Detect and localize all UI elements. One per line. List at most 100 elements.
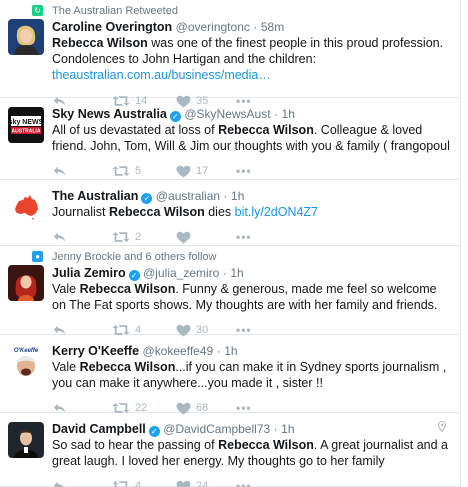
reply-button[interactable] — [52, 163, 67, 179]
retweet-count: 2 — [135, 231, 142, 243]
separator: · — [222, 266, 227, 280]
tweet[interactable]: ● Jenny Brockie and 6 others follow Juli… — [0, 246, 460, 337]
more-icon: ••• — [236, 479, 252, 487]
timestamp[interactable]: 1h — [231, 189, 244, 203]
tweet[interactable]: David Campbell ✓ @DavidCampbell73 · 1h So… — [0, 413, 460, 487]
highlighted-name: Rebecca Wilson — [218, 438, 314, 452]
avatar[interactable]: sky NEWS AUSTRALIA — [8, 107, 44, 143]
tweet-text-body: Journalist — [52, 205, 109, 219]
tweet-text: So sad to hear the passing of Rebecca Wi… — [52, 437, 452, 469]
verified-icon: ✓ — [128, 270, 140, 281]
separator: · — [253, 20, 258, 34]
location-pin-icon[interactable] — [437, 420, 447, 435]
tweet[interactable]: ↻ The Australian Retweeted Caroline Over… — [0, 0, 460, 108]
reply-button[interactable] — [52, 229, 67, 245]
reply-icon — [52, 230, 67, 244]
tweet-actions: 5 17 ••• — [52, 161, 452, 181]
display-name[interactable]: Kerry O'Keeffe — [52, 344, 139, 358]
tweet-link[interactable]: bit.ly/2dON4Z7 — [235, 205, 318, 219]
tweet-text-body: All of us devastated at loss of — [52, 123, 219, 137]
person-icon: ● — [32, 251, 43, 262]
tweet-text: All of us devastated at loss of Rebecca … — [52, 122, 452, 154]
username[interactable]: @kokeeffe49 — [143, 344, 214, 358]
separator: · — [223, 189, 228, 203]
tweet[interactable]: sky NEWS AUSTRALIA Sky News Australia ✓ @… — [0, 98, 460, 180]
tweet-text-body: dies — [204, 205, 235, 219]
retweet-count: 5 — [135, 165, 142, 177]
username[interactable]: @SkyNewsAust — [184, 107, 270, 121]
display-name[interactable]: David Campbell — [52, 422, 146, 436]
tweet-text-body: So sad to hear the passing of — [52, 438, 219, 452]
tweet[interactable]: O'Keeffe Kerry O'Keeffe @kokeeffe49 · 1h… — [0, 335, 460, 415]
context-text[interactable]: Jenny Brockie and 6 others follow — [52, 251, 216, 263]
tweet-text: Vale Rebecca Wilson...if you can make it… — [52, 359, 452, 391]
retweet-button[interactable]: 2 — [112, 229, 141, 245]
retweet-icon — [112, 230, 130, 244]
display-name[interactable]: The Australian — [52, 189, 138, 203]
separator: · — [274, 107, 279, 121]
highlighted-name: Rebecca Wilson — [79, 360, 176, 374]
retweet-button[interactable]: 4 — [112, 478, 141, 487]
reply-icon — [52, 164, 67, 178]
avatar-brand-text: sky NEWS — [9, 119, 44, 126]
username[interactable]: @julia_zemiro — [143, 266, 219, 280]
display-name[interactable]: Caroline Overington — [52, 20, 172, 34]
verified-icon: ✓ — [148, 426, 160, 437]
context-text[interactable]: The Australian Retweeted — [52, 5, 178, 17]
like-icon — [176, 480, 191, 487]
avatar[interactable] — [8, 422, 44, 458]
separator: · — [273, 422, 278, 436]
more-button[interactable]: ••• — [236, 163, 252, 179]
more-button[interactable]: ••• — [236, 478, 252, 487]
retweet-button[interactable]: 5 — [112, 163, 141, 179]
timeline: ↻ The Australian Retweeted Caroline Over… — [0, 0, 461, 487]
like-count: 24 — [196, 480, 209, 487]
more-icon: ••• — [236, 164, 252, 178]
avatar-brand-subtext: AUSTRALIA — [12, 129, 41, 135]
like-icon — [176, 231, 191, 244]
highlighted-name: Rebecca Wilson — [52, 36, 148, 50]
avatar[interactable] — [8, 19, 44, 55]
avatar[interactable] — [8, 265, 44, 301]
highlighted-name: Rebecca Wilson — [79, 282, 176, 296]
tweet-text: Rebecca Wilson was one of the finest peo… — [52, 35, 452, 83]
username[interactable]: @australian — [156, 189, 220, 203]
social-context: ● Jenny Brockie and 6 others follow — [32, 246, 452, 265]
like-count: 17 — [196, 165, 209, 177]
tweet-actions: 2 ••• — [52, 227, 452, 247]
username[interactable]: @DavidCampbell73 — [163, 422, 270, 436]
avatar[interactable]: O'Keeffe — [8, 344, 44, 380]
more-icon: ••• — [236, 230, 252, 244]
timestamp[interactable]: 1h — [282, 107, 295, 121]
avatar[interactable] — [8, 189, 44, 225]
highlighted-name: Rebecca Wilson — [218, 123, 314, 137]
retweet-icon: ↻ — [32, 5, 43, 16]
retweet-count: 4 — [135, 480, 142, 487]
tweet-text-body: Vale — [52, 360, 80, 374]
display-name[interactable]: Sky News Australia — [52, 107, 167, 121]
timestamp[interactable]: 1h — [230, 266, 243, 280]
tweet-text: Vale Rebecca Wilson. Funny & generous, m… — [52, 281, 452, 313]
timestamp[interactable]: 1h — [281, 422, 294, 436]
tweet-link[interactable]: theaustralian.com.au/business/media… — [52, 68, 271, 82]
separator: · — [216, 344, 221, 358]
display-name[interactable]: Julia Zemiro — [52, 266, 126, 280]
tweet-text-body: Vale — [52, 282, 80, 296]
username[interactable]: @overingtonc — [176, 20, 250, 34]
retweet-icon — [112, 479, 130, 487]
avatar-label: O'Keeffe — [14, 348, 39, 354]
like-button[interactable]: 24 — [176, 478, 208, 487]
more-button[interactable]: ••• — [236, 229, 252, 245]
australia-map-icon — [8, 189, 44, 225]
retweet-icon — [112, 164, 130, 178]
reply-icon — [52, 479, 67, 487]
reply-button[interactable] — [52, 478, 67, 487]
like-button[interactable]: 17 — [176, 163, 208, 179]
tweet-text: Journalist Rebecca Wilson dies bit.ly/2d… — [52, 204, 452, 220]
timestamp[interactable]: 58m — [261, 20, 284, 34]
highlighted-name: Rebecca Wilson — [108, 205, 205, 219]
tweet[interactable]: The Australian ✓ @australian · 1h Journal… — [0, 180, 460, 246]
like-button[interactable] — [176, 229, 196, 245]
timestamp[interactable]: 1h — [224, 344, 237, 358]
like-icon — [176, 165, 191, 178]
